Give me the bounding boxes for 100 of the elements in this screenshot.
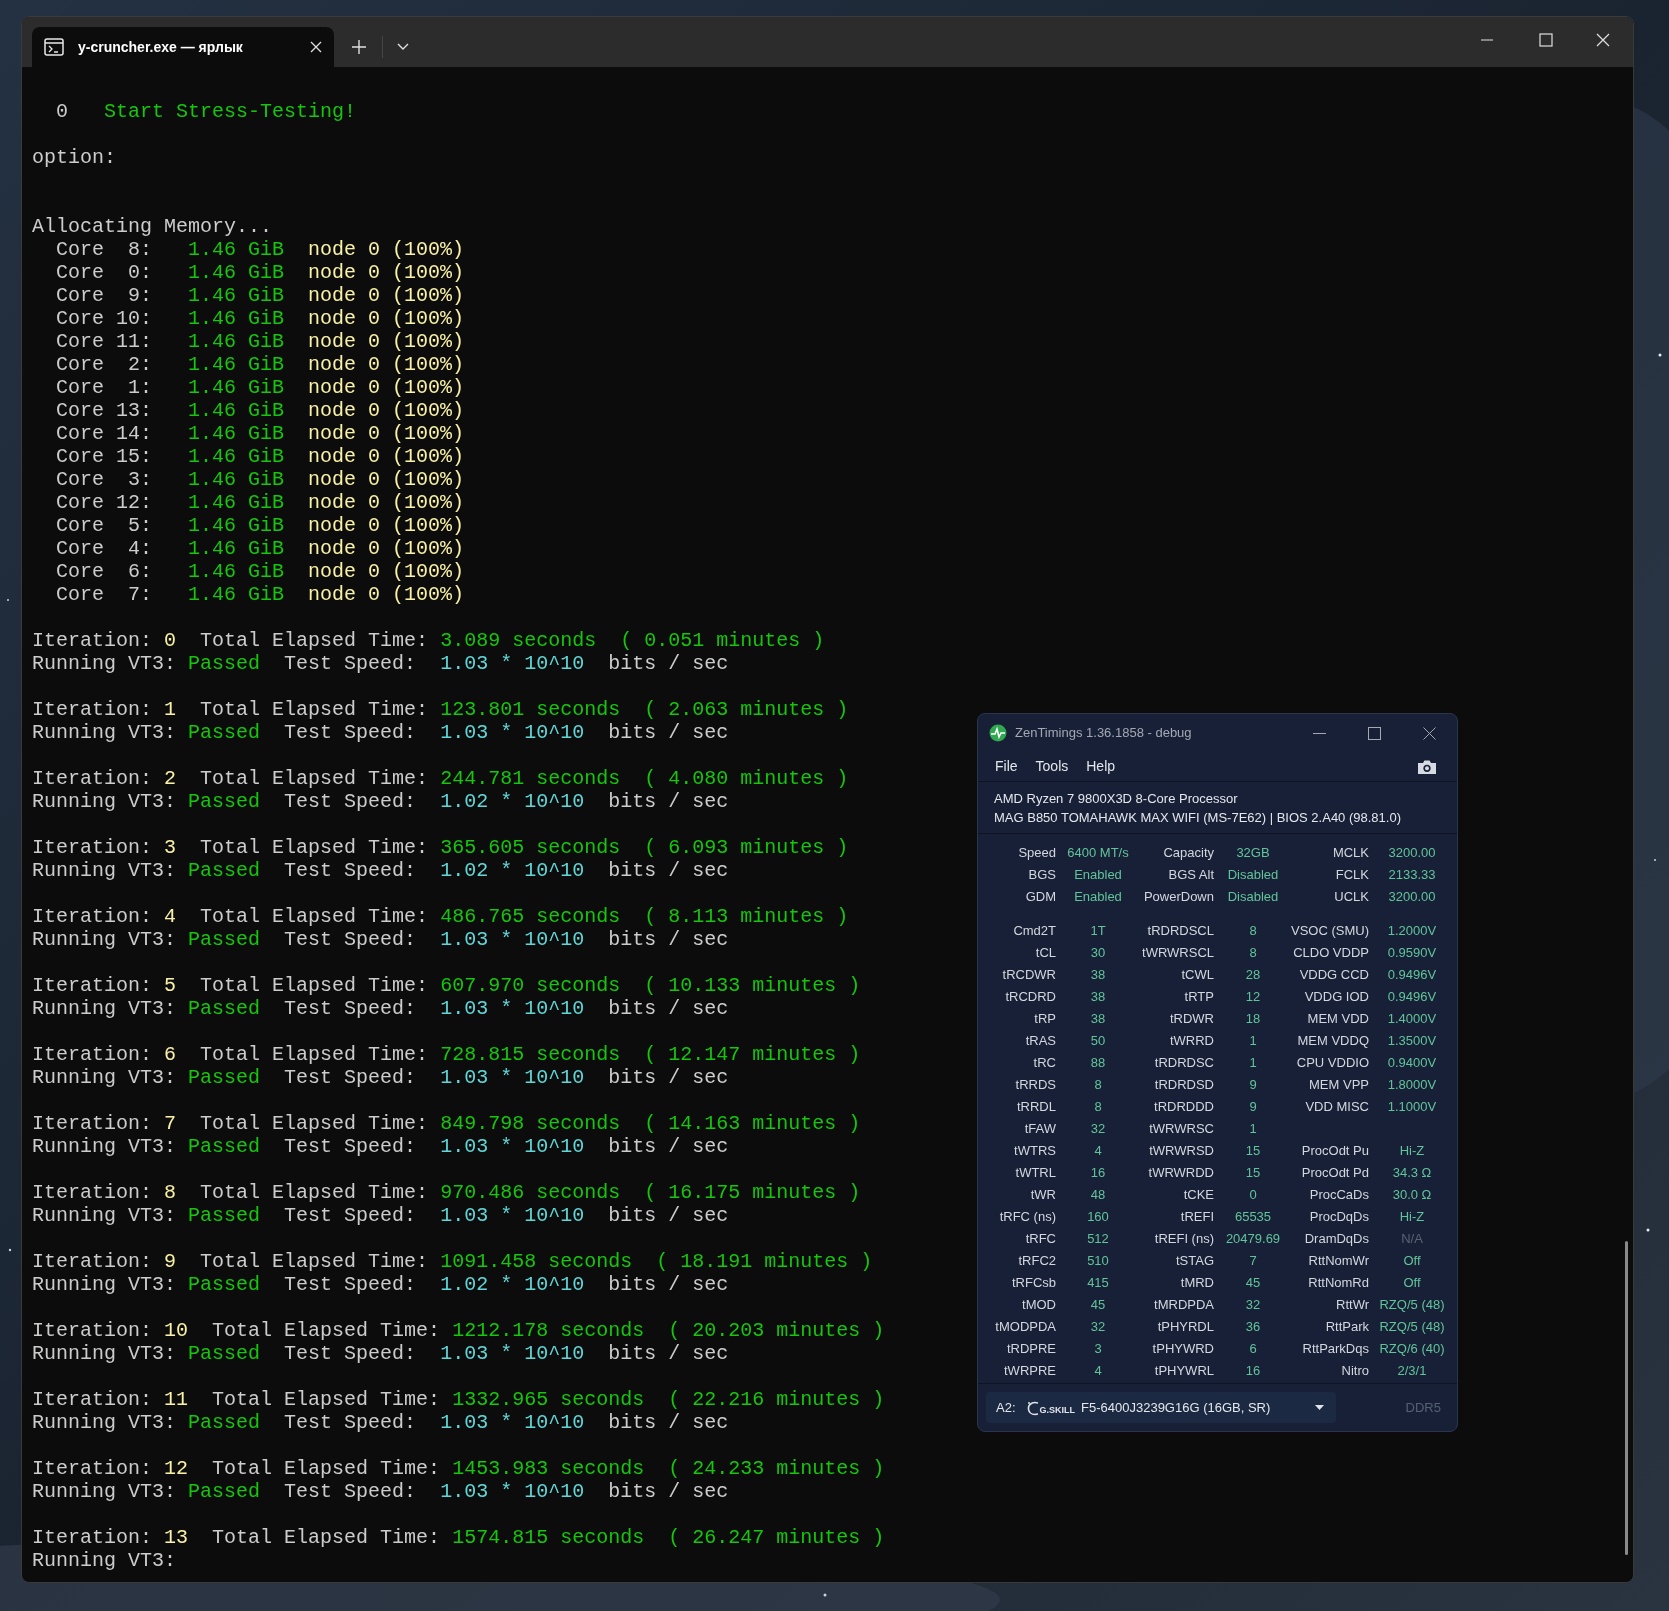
timing-label: tRAS bbox=[1024, 1032, 1057, 1050]
speed-label: Test Speed: bbox=[284, 1066, 417, 1089]
timing-value: Disabled bbox=[1226, 866, 1280, 884]
elapsed-seconds: 728.815 seconds bbox=[440, 1043, 621, 1066]
timing-value: 45 bbox=[1244, 1274, 1262, 1292]
iteration-label: Iteration: bbox=[32, 836, 153, 859]
timing-value: 48 bbox=[1089, 1186, 1107, 1204]
core-label: Core bbox=[56, 560, 105, 583]
test-result: Passed bbox=[188, 1273, 261, 1296]
timing-value: 0.9496V bbox=[1386, 988, 1438, 1006]
timing-label: tCL bbox=[1034, 944, 1057, 962]
elapsed-seconds: 1453.983 seconds bbox=[452, 1457, 645, 1480]
caret-icon bbox=[1315, 1405, 1324, 1410]
speed-label: Test Speed: bbox=[284, 1480, 417, 1503]
close-icon[interactable] bbox=[1423, 726, 1436, 740]
timing-label: tWTRS bbox=[1013, 1142, 1057, 1160]
speed-value: 1.03 * 10^10 bbox=[440, 1411, 585, 1434]
timing-label: UCLK bbox=[1333, 888, 1370, 906]
core-label: Core bbox=[56, 238, 105, 261]
test-label: Running VT3: bbox=[32, 1066, 177, 1089]
iteration-label: Iteration: bbox=[32, 1043, 153, 1066]
timing-label: MEM VDDQ bbox=[1296, 1032, 1370, 1050]
speed-label: Test Speed: bbox=[284, 997, 417, 1020]
memory-type: DDR5 bbox=[1405, 1398, 1441, 1417]
node-text: node 0 (100%) bbox=[308, 238, 465, 261]
timing-label: tMRDPDA bbox=[1153, 1296, 1215, 1314]
elapsed-label: Total Elapsed Time: bbox=[200, 974, 429, 997]
core-label: Core bbox=[56, 399, 105, 422]
timing-value: 34.3 Ω bbox=[1391, 1164, 1433, 1182]
timing-value: 50 bbox=[1089, 1032, 1107, 1050]
elapsed-minutes: ( 26.247 minutes ) bbox=[668, 1526, 885, 1549]
test-label: Running VT3: bbox=[32, 1342, 177, 1365]
timing-value: 1 bbox=[1248, 1032, 1258, 1050]
iteration-number: 6 bbox=[164, 1043, 177, 1066]
timing-value: 1 bbox=[1248, 1120, 1258, 1138]
test-label: Running VT3: bbox=[32, 1273, 177, 1296]
memory-size: 1.46 GiB bbox=[188, 261, 285, 284]
prompt-text: option: bbox=[32, 146, 116, 169]
timing-value: 1.2000V bbox=[1386, 922, 1438, 940]
scrollbar-thumb[interactable] bbox=[1625, 1241, 1628, 1555]
test-result: Passed bbox=[188, 859, 261, 882]
iteration-number: 8 bbox=[164, 1181, 177, 1204]
elapsed-minutes: ( 4.080 minutes ) bbox=[644, 767, 849, 790]
elapsed-label: Total Elapsed Time: bbox=[212, 1319, 441, 1342]
menu-item[interactable]: Help bbox=[1086, 756, 1116, 777]
memory-size: 1.46 GiB bbox=[188, 399, 285, 422]
core-index: 2: bbox=[127, 353, 153, 376]
speed-label: Test Speed: bbox=[284, 1273, 417, 1296]
module-dropdown[interactable]: A2: G.SKILL F5-6400J3239G16G (16GB, SR) bbox=[986, 1392, 1336, 1423]
node-text: node 0 (100%) bbox=[308, 514, 465, 537]
timing-value: 0.9496V bbox=[1386, 966, 1438, 984]
test-result: Passed bbox=[188, 790, 261, 813]
timing-value: 3200.00 bbox=[1387, 888, 1437, 906]
chevron-down-icon[interactable] bbox=[397, 43, 409, 51]
timing-label: DramDqDs bbox=[1303, 1230, 1370, 1248]
node-text: node 0 (100%) bbox=[308, 330, 465, 353]
maximize-icon[interactable] bbox=[1368, 726, 1381, 740]
elapsed-label: Total Elapsed Time: bbox=[200, 1250, 429, 1273]
memory-size: 1.46 GiB bbox=[188, 284, 285, 307]
iteration-label: Iteration: bbox=[32, 698, 153, 721]
test-result: Passed bbox=[188, 652, 261, 675]
speed-unit: bits / sec bbox=[608, 997, 729, 1020]
speed-unit: bits / sec bbox=[608, 1273, 729, 1296]
elapsed-minutes: ( 10.133 minutes ) bbox=[644, 974, 861, 997]
app-logo-icon bbox=[989, 724, 1007, 742]
timing-label: tPHYRDL bbox=[1156, 1318, 1215, 1336]
elapsed-seconds: 1574.815 seconds bbox=[452, 1526, 645, 1549]
status-text: Allocating Memory... bbox=[32, 215, 273, 238]
menu-item[interactable]: File bbox=[995, 756, 1018, 777]
test-result: Passed bbox=[188, 1480, 261, 1503]
timing-label: CPU VDDIO bbox=[1295, 1054, 1370, 1072]
terminal-tab[interactable]: y-cruncher.exe — ярлык bbox=[32, 27, 334, 67]
elapsed-seconds: 1212.178 seconds bbox=[452, 1319, 645, 1342]
timing-value: 8 bbox=[1248, 922, 1258, 940]
new-tab-icon[interactable] bbox=[352, 40, 366, 54]
memory-size: 1.46 GiB bbox=[188, 307, 285, 330]
menu-item[interactable]: Tools bbox=[1035, 756, 1069, 777]
test-result: Passed bbox=[188, 928, 261, 951]
memory-size: 1.46 GiB bbox=[188, 514, 285, 537]
speed-unit: bits / sec bbox=[608, 790, 729, 813]
iteration-number: 13 bbox=[164, 1526, 189, 1549]
timing-value: Off bbox=[1402, 1274, 1422, 1292]
timing-value: 8 bbox=[1248, 944, 1258, 962]
timing-value: 6 bbox=[1248, 1340, 1258, 1358]
test-result: Passed bbox=[188, 1411, 261, 1434]
iteration-label: Iteration: bbox=[32, 905, 153, 928]
camera-icon[interactable] bbox=[1417, 758, 1437, 775]
test-label: Running VT3: bbox=[32, 997, 177, 1020]
elapsed-seconds: 123.801 seconds bbox=[440, 698, 621, 721]
timing-value: 38 bbox=[1089, 1010, 1107, 1028]
iteration-number: 10 bbox=[164, 1319, 189, 1342]
core-index: 7: bbox=[127, 583, 153, 606]
core-index: 12: bbox=[116, 491, 153, 514]
speed-label: Test Speed: bbox=[284, 859, 417, 882]
core-index: 10: bbox=[116, 307, 153, 330]
timing-value: 30.0 Ω bbox=[1391, 1186, 1433, 1204]
core-index: 3: bbox=[127, 468, 153, 491]
timing-label: tRRDS bbox=[1014, 1076, 1057, 1094]
timing-label: tSTAG bbox=[1174, 1252, 1215, 1270]
speed-unit: bits / sec bbox=[608, 1342, 729, 1365]
